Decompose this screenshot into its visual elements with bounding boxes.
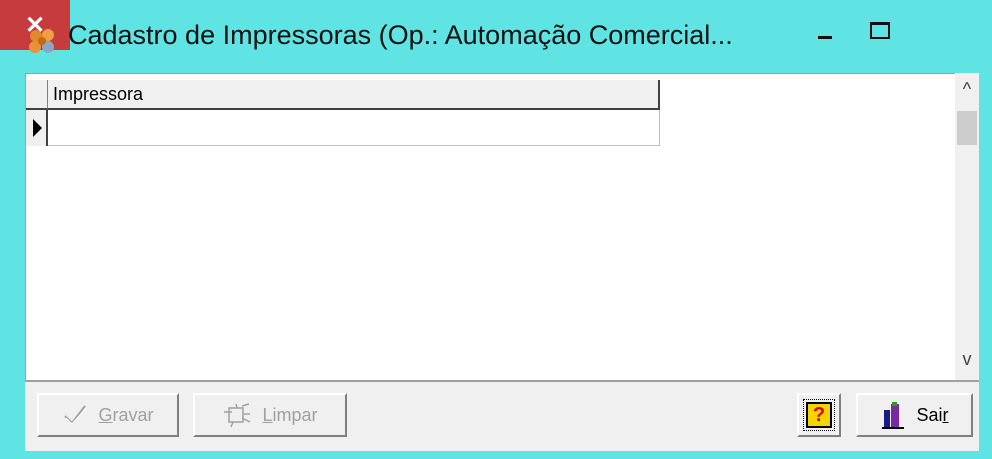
gravar-label: Gravar — [98, 404, 154, 425]
grid-corner — [26, 80, 48, 110]
limpar-button[interactable]: Limpar — [193, 393, 347, 437]
limpar-label: Limpar — [262, 404, 318, 425]
current-row-arrow-icon — [33, 119, 42, 137]
title-bar[interactable]: Cadastro de Impressoras (Op.: Automação … — [0, 0, 992, 70]
check-icon — [64, 405, 87, 425]
minimize-button[interactable] — [796, 4, 854, 54]
vertical-scrollbar[interactable]: ^ v — [955, 73, 979, 380]
close-icon: ✕ — [24, 12, 46, 39]
app-window: Cadastro de Impressoras (Op.: Automação … — [0, 0, 992, 459]
sair-button[interactable]: Sair — [856, 393, 973, 437]
window-title: Cadastro de Impressoras (Op.: Automação … — [68, 20, 733, 50]
gravar-button[interactable]: Gravar — [37, 393, 179, 437]
sair-label: Sair — [916, 404, 949, 425]
help-button[interactable]: ? — [797, 393, 841, 437]
help-icon: ? — [803, 399, 835, 431]
broom-icon — [224, 403, 251, 428]
client-area: Impressora ^ v Gravar Limpar ? Sair — [25, 73, 979, 451]
maximize-button[interactable] — [854, 4, 906, 54]
scroll-up-icon[interactable]: ^ — [955, 79, 979, 107]
maximize-icon — [870, 22, 890, 39]
scroll-down-icon[interactable]: v — [955, 349, 979, 377]
row-indicator — [26, 110, 48, 146]
column-header-impressora[interactable]: Impressora — [48, 80, 660, 110]
grid-header: Impressora — [26, 80, 662, 110]
cell-impressora[interactable] — [48, 110, 660, 146]
exit-door-icon — [882, 402, 905, 429]
scroll-thumb[interactable] — [957, 111, 977, 145]
minimize-icon — [818, 36, 832, 39]
table-row[interactable] — [26, 110, 662, 146]
printers-grid[interactable]: Impressora — [25, 73, 956, 381]
divider — [25, 380, 979, 382]
